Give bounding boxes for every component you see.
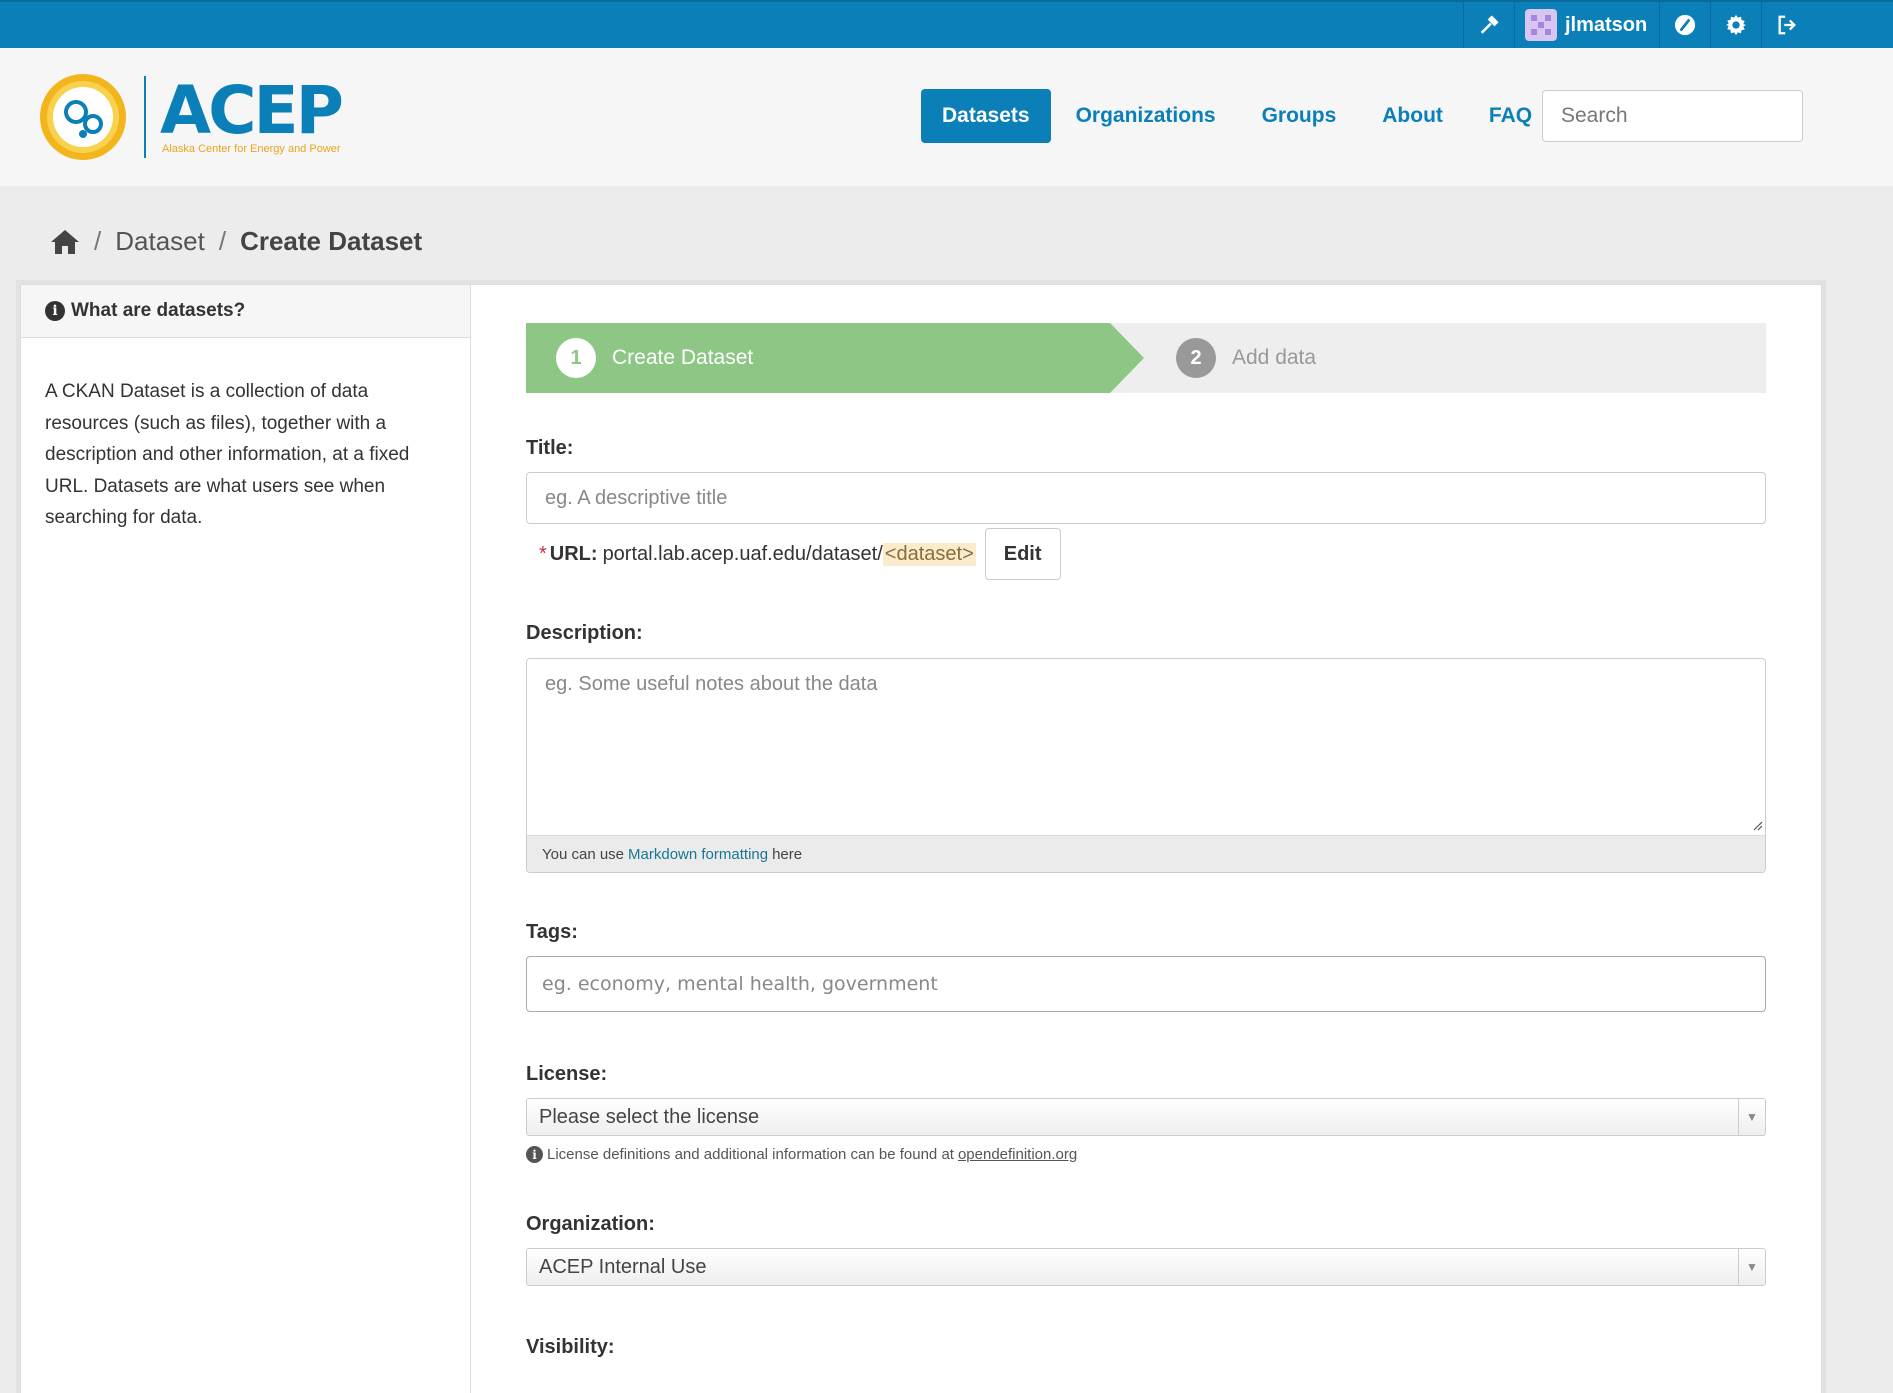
license-hint: i License definitions and additional inf…	[526, 1146, 1766, 1163]
site-search	[1542, 90, 1832, 142]
dropdown-arrow-icon: ▼	[1738, 1249, 1765, 1285]
dataset-form: 1 Create Dataset 2 Add data Title: * URL…	[526, 323, 1766, 1359]
stage-label: Create Dataset	[612, 346, 754, 369]
visibility-label: Visibility:	[526, 1336, 615, 1358]
stage-number: 2	[1176, 338, 1216, 378]
main-nav: Datasets Organizations Groups About FAQ	[921, 89, 1557, 143]
account-bar: jlmatson	[0, 0, 1893, 48]
dashboard-link[interactable]	[1659, 2, 1710, 48]
url-slug: <dataset>	[882, 542, 976, 566]
breadcrumb-current[interactable]: Create Dataset	[240, 226, 422, 257]
form-stages: 1 Create Dataset 2 Add data	[526, 323, 1766, 393]
dropdown-arrow-icon: ▼	[1738, 1099, 1765, 1135]
dashboard-icon	[1675, 14, 1696, 36]
url-row: * URL: portal.lab.acep.uaf.edu/dataset/ …	[526, 528, 1766, 580]
sidebar-heading: i What are datasets?	[21, 285, 470, 338]
license-selected: Please select the license	[539, 1105, 760, 1128]
settings-link[interactable]	[1710, 2, 1761, 48]
stage-number: 1	[556, 338, 596, 378]
nav-organizations[interactable]: Organizations	[1055, 89, 1237, 143]
license-label: License:	[526, 1063, 608, 1085]
nav-about[interactable]: About	[1361, 89, 1464, 143]
nav-groups[interactable]: Groups	[1241, 89, 1358, 143]
description-field: You can use Markdown formatting here	[526, 658, 1766, 873]
resize-grip-icon[interactable]	[1753, 821, 1763, 831]
stage-label: Add data	[1232, 346, 1317, 369]
logo-divider	[144, 76, 146, 158]
settings-gear-icon	[1726, 14, 1747, 36]
stage-create-dataset: 1 Create Dataset	[526, 323, 1144, 393]
title-input[interactable]	[526, 472, 1766, 524]
info-icon: i	[526, 1146, 543, 1163]
search-input[interactable]	[1561, 104, 1832, 128]
main-wrapper: i What are datasets? A CKAN Dataset is a…	[20, 284, 1822, 1393]
sidebar: i What are datasets? A CKAN Dataset is a…	[21, 285, 471, 1393]
breadcrumb: / Dataset / Create Dataset	[50, 226, 422, 257]
avatar	[1525, 9, 1557, 41]
organization-select[interactable]: ACEP Internal Use ▼	[526, 1248, 1766, 1286]
organization-selected: ACEP Internal Use	[539, 1255, 707, 1278]
title-label: Title:	[526, 437, 574, 459]
masthead: ACEP Alaska Center for Energy and Power …	[0, 48, 1893, 186]
logout-link[interactable]	[1761, 2, 1812, 48]
logo-tagline: Alaska Center for Energy and Power	[162, 143, 341, 155]
admin-hammer-icon	[1480, 15, 1499, 34]
username: jlmatson	[1565, 13, 1648, 36]
logout-icon	[1778, 15, 1797, 35]
acep-sun-gear-icon	[40, 74, 126, 160]
markdown-help: You can use Markdown formatting here	[527, 835, 1765, 872]
tags-label: Tags:	[526, 921, 578, 943]
tags-input[interactable]	[526, 956, 1766, 1012]
site-logo[interactable]: ACEP Alaska Center for Energy and Power	[38, 72, 344, 162]
breadcrumb-dataset[interactable]: Dataset	[115, 226, 205, 257]
description-label: Description:	[526, 622, 643, 644]
user-profile-link[interactable]: jlmatson	[1514, 2, 1659, 48]
organization-label: Organization:	[526, 1213, 655, 1235]
opendefinition-link[interactable]: opendefinition.org	[958, 1146, 1077, 1163]
nav-faq[interactable]: FAQ	[1468, 89, 1553, 143]
info-icon: i	[45, 301, 65, 321]
sidebar-description: A CKAN Dataset is a collection of data r…	[45, 381, 410, 528]
url-label: URL:	[549, 542, 598, 565]
home-icon[interactable]	[50, 229, 80, 255]
edit-url-button[interactable]: Edit	[984, 528, 1061, 580]
account-masthead-links: jlmatson	[1463, 2, 1812, 50]
license-select[interactable]: Please select the license ▼	[526, 1098, 1766, 1136]
sysadmin-link[interactable]	[1463, 2, 1514, 48]
markdown-link[interactable]: Markdown formatting	[628, 846, 768, 863]
logo-wordmark: ACEP	[160, 72, 344, 149]
required-marker: *	[539, 542, 547, 565]
url-prefix: portal.lab.acep.uaf.edu/dataset/	[602, 542, 883, 565]
nav-datasets[interactable]: Datasets	[921, 89, 1051, 143]
description-textarea[interactable]	[527, 659, 1765, 835]
